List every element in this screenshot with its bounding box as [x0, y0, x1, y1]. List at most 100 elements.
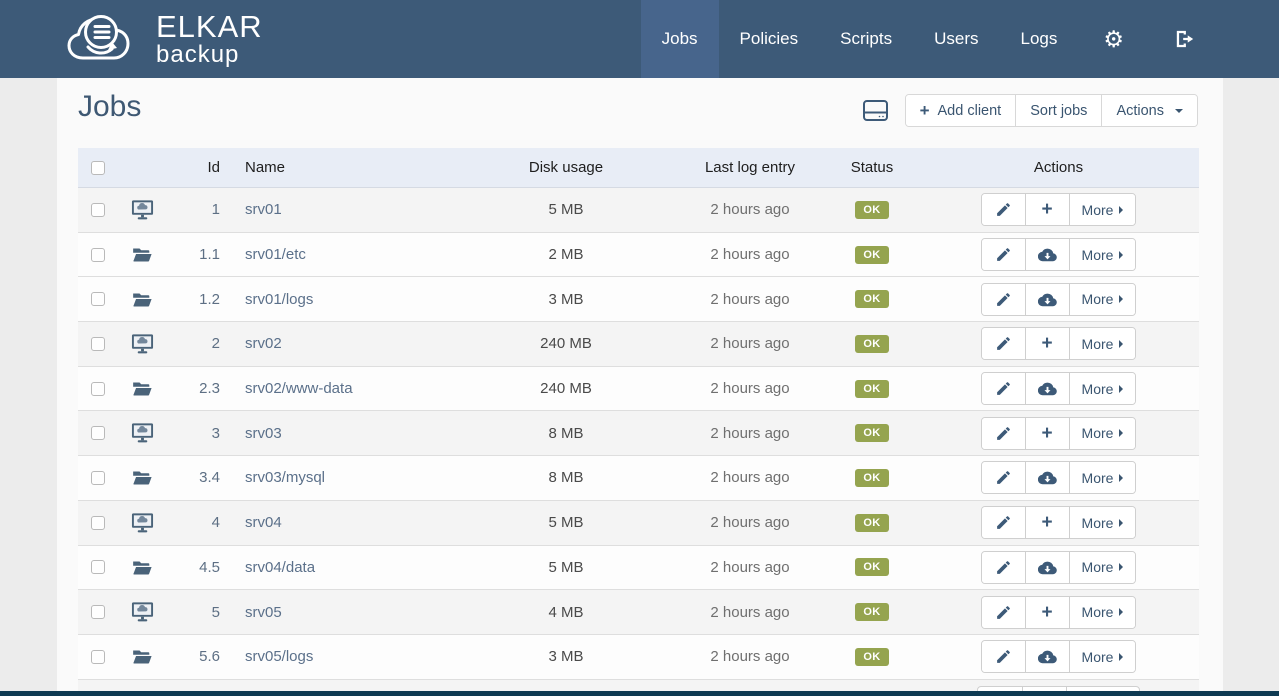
sort-jobs-button[interactable]: Sort jobs [1016, 95, 1102, 126]
edit-button[interactable] [982, 641, 1026, 672]
row-checkbox[interactable] [91, 516, 105, 530]
row-name-link[interactable]: srv01 [220, 201, 458, 218]
row-checkbox[interactable] [91, 605, 105, 619]
row-checkbox[interactable] [91, 248, 105, 262]
row-id: 3.4 [166, 469, 220, 486]
edit-button[interactable] [982, 328, 1026, 359]
restore-button[interactable] [1026, 239, 1070, 270]
hard-drive-icon[interactable] [862, 98, 889, 123]
more-button[interactable]: More [1070, 194, 1136, 225]
row-checkbox[interactable] [91, 650, 105, 664]
table-row: 5srv054 MB2 hours agoOK + More [78, 590, 1199, 635]
add-client-button[interactable]: + Add client [906, 95, 1017, 126]
select-all-checkbox[interactable] [91, 161, 105, 175]
more-button[interactable]: More [1070, 373, 1136, 404]
more-label: More [1082, 649, 1114, 665]
more-button[interactable]: More [1070, 284, 1136, 315]
plus-icon: + [920, 102, 930, 119]
row-disk-usage: 5 MB [458, 514, 674, 531]
row-checkbox[interactable] [91, 203, 105, 217]
more-button[interactable]: More [1070, 328, 1136, 359]
row-name-link[interactable]: srv01/etc [220, 246, 458, 263]
row-name-link[interactable]: srv05/logs [220, 648, 458, 665]
restore-button[interactable] [1026, 373, 1070, 404]
row-disk-usage: 240 MB [458, 380, 674, 397]
brand-line1: ELKAR [156, 11, 263, 42]
row-disk-usage: 8 MB [458, 469, 674, 486]
add-job-button[interactable]: + [1026, 194, 1070, 225]
add-job-button[interactable]: + [1026, 418, 1070, 449]
more-button[interactable]: More [1070, 462, 1136, 493]
pencil-icon [995, 291, 1012, 308]
row-name-link[interactable]: srv01/logs [220, 291, 458, 308]
gear-icon: ⚙ [1103, 28, 1124, 51]
row-checkbox[interactable] [91, 471, 105, 485]
nav-item-users[interactable]: Users [913, 0, 999, 78]
job-folder-icon [118, 291, 166, 308]
table-row: 3.4srv03/mysql8 MB2 hours agoOK More [78, 456, 1199, 501]
nav-item-policies[interactable]: Policies [719, 0, 820, 78]
row-id: 5.6 [166, 648, 220, 665]
edit-button[interactable] [982, 239, 1026, 270]
row-name-link[interactable]: srv02/www-data [220, 380, 458, 397]
row-name-link[interactable]: srv03/mysql [220, 469, 458, 486]
add-job-button[interactable]: + [1026, 507, 1070, 538]
caret-right-icon [1119, 295, 1123, 303]
more-button[interactable]: More [1070, 418, 1136, 449]
edit-button[interactable] [982, 284, 1026, 315]
row-name-link[interactable]: srv03 [220, 425, 458, 442]
settings-button[interactable]: ⚙ [1078, 0, 1149, 78]
cloud-download-icon [1038, 560, 1057, 575]
row-action-button-group: + More [981, 327, 1137, 360]
more-label: More [1082, 470, 1114, 486]
add-job-button[interactable]: + [1026, 328, 1070, 359]
nav-item-jobs[interactable]: Jobs [641, 0, 719, 78]
restore-button[interactable] [1026, 641, 1070, 672]
row-name-link[interactable]: srv05 [220, 604, 458, 621]
nav-item-logs[interactable]: Logs [1000, 0, 1079, 78]
logout-button[interactable] [1149, 0, 1221, 78]
more-label: More [1082, 559, 1114, 575]
nav-item-scripts[interactable]: Scripts [819, 0, 913, 78]
edit-button[interactable] [982, 418, 1026, 449]
row-checkbox[interactable] [91, 560, 105, 574]
status-badge: OK [855, 603, 888, 621]
row-last-log-entry: 2 hours ago [674, 425, 826, 442]
row-checkbox[interactable] [91, 337, 105, 351]
caret-right-icon [1119, 474, 1123, 482]
row-disk-usage: 2 MB [458, 246, 674, 263]
column-header-id: Id [166, 159, 220, 176]
table-row: 4srv045 MB2 hours agoOK + More [78, 501, 1199, 546]
table-row: 3srv038 MB2 hours agoOK + More [78, 411, 1199, 456]
row-disk-usage: 5 MB [458, 201, 674, 218]
edit-button[interactable] [982, 194, 1026, 225]
edit-button[interactable] [982, 552, 1026, 583]
table-row: 1.2srv01/logs3 MB2 hours agoOK More [78, 277, 1199, 322]
edit-button[interactable] [982, 462, 1026, 493]
edit-button[interactable] [982, 507, 1026, 538]
restore-button[interactable] [1026, 284, 1070, 315]
row-name-link[interactable]: srv04 [220, 514, 458, 531]
sort-jobs-label: Sort jobs [1030, 103, 1087, 119]
row-checkbox[interactable] [91, 382, 105, 396]
row-name-link[interactable]: srv04/data [220, 559, 458, 576]
actions-dropdown-button[interactable]: Actions [1102, 95, 1197, 126]
edit-button[interactable] [982, 597, 1026, 628]
more-button[interactable]: More [1070, 597, 1136, 628]
row-name-link[interactable]: srv02 [220, 335, 458, 352]
job-folder-icon [118, 559, 166, 576]
table-row: 1srv015 MB2 hours agoOK + More [78, 188, 1199, 233]
more-button[interactable]: More [1070, 239, 1136, 270]
restore-button[interactable] [1026, 462, 1070, 493]
status-badge: OK [855, 246, 888, 264]
restore-button[interactable] [1026, 552, 1070, 583]
more-button[interactable]: More [1070, 507, 1136, 538]
edit-button[interactable] [982, 373, 1026, 404]
pencil-icon [995, 201, 1012, 218]
more-button[interactable]: More [1070, 641, 1136, 672]
more-button[interactable]: More [1070, 552, 1136, 583]
row-checkbox[interactable] [91, 426, 105, 440]
table-row: 2srv02240 MB2 hours agoOK + More [78, 322, 1199, 367]
add-job-button[interactable]: + [1026, 597, 1070, 628]
row-checkbox[interactable] [91, 292, 105, 306]
